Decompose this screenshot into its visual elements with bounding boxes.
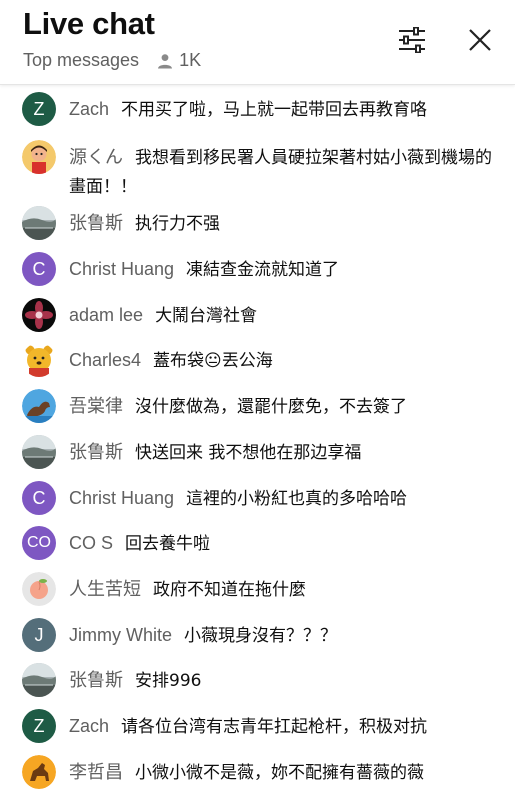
chat-message-body: Zach 请各位台湾有志青年扛起枪杆，积极对抗 [69, 709, 495, 742]
chat-message-text: 快送回来 我不想他在那边享福 [135, 443, 362, 463]
chat-author-name[interactable]: 张鲁斯 [69, 670, 123, 690]
avatar[interactable]: J [22, 618, 56, 652]
chat-message-text: 這裡的小粉紅也真的多哈哈哈 [186, 489, 408, 509]
chat-message-body: 张鲁斯 快送回来 我不想他在那边享福 [69, 435, 495, 468]
chat-author-name[interactable]: 李哲昌 [69, 762, 123, 782]
chat-author-name[interactable]: CO S [69, 533, 113, 553]
chat-header: Live chat Top messages 1K [0, 0, 515, 85]
chat-message-text: 凍結查金流就知道了 [186, 260, 340, 280]
chat-message-body: CO S 回去養牛啦 [69, 526, 495, 559]
chat-author-name[interactable]: 吾棠律 [69, 396, 123, 416]
chat-message-body: Jimmy White 小薇現身沒有？？？ [69, 618, 495, 651]
avatar[interactable]: Z [22, 709, 56, 743]
close-icon [469, 29, 491, 51]
chat-message[interactable]: 张鲁斯 执行力不强 [0, 206, 515, 240]
close-button[interactable] [462, 22, 498, 58]
chat-author-name[interactable]: Zach [69, 716, 109, 736]
chat-author-name[interactable]: Zach [69, 99, 109, 119]
chat-message-text: 我想看到移民署人員硬拉架著村姑小薇到機場的畫面！！ [69, 148, 492, 197]
chat-author-name[interactable]: 人生苦短 [69, 579, 141, 599]
chat-message-text: 不用买了啦，马上就一起带回去再教育咯 [121, 100, 428, 120]
chat-message-text: 安排996 [135, 671, 202, 691]
avatar[interactable] [22, 755, 56, 789]
avatar-letter: C [32, 487, 46, 508]
chat-message-text: 小薇現身沒有？？？ [184, 626, 337, 646]
chat-author-name[interactable]: adam lee [69, 305, 143, 325]
chat-message-text: 执行力不强 [135, 214, 220, 234]
filter-button[interactable] [394, 22, 430, 58]
chat-message-body: adam lee 大鬧台灣社會 [69, 298, 495, 331]
chat-message[interactable]: Z Zach 不用买了啦，马上就一起带回去再教育咯 [0, 92, 515, 126]
chat-author-name[interactable]: Jimmy White [69, 625, 172, 645]
avatar-letter: C [32, 258, 46, 279]
avatar-letter: Z [33, 98, 45, 119]
chat-message-text: 大鬧台灣社會 [155, 306, 258, 326]
chat-message[interactable]: 人生苦短 政府不知道在拖什麼 [0, 572, 515, 606]
chat-message[interactable]: C Christ Huang 凍結查金流就知道了 [0, 252, 515, 286]
avatar[interactable]: Z [22, 92, 56, 126]
avatar[interactable]: CO [22, 526, 56, 560]
avatar[interactable] [22, 435, 56, 469]
avatar[interactable]: C [22, 252, 56, 286]
chat-message-text: 请各位台湾有志青年扛起枪杆，积极对抗 [121, 717, 428, 737]
chat-message[interactable]: Charles4 蓋布袋😐丟公海 [0, 343, 515, 377]
chat-message-body: Zach 不用买了啦，马上就一起带回去再教育咯 [69, 92, 495, 125]
chat-author-name[interactable]: 张鲁斯 [69, 213, 123, 233]
chat-mode-row: Top messages 1K [23, 50, 201, 71]
chat-message-body: 吾棠律 沒什麼做為，還罷什麼免，不去簽了 [69, 389, 495, 422]
avatar[interactable] [22, 298, 56, 332]
chat-message[interactable]: 张鲁斯 快送回来 我不想他在那边享福 [0, 435, 515, 469]
chat-message-body: 张鲁斯 执行力不强 [69, 206, 495, 239]
chat-author-name[interactable]: Christ Huang [69, 488, 174, 508]
chat-message-text: 沒什麼做為，還罷什麼免，不去簽了 [135, 397, 407, 417]
chat-message-body: 源くん 我想看到移民署人員硬拉架著村姑小薇到機場的畫面！！ [69, 140, 495, 202]
avatar[interactable] [22, 343, 56, 377]
chat-message[interactable]: Z Zach 请各位台湾有志青年扛起枪杆，积极对抗 [0, 709, 515, 743]
chat-author-name[interactable]: 源くん [69, 147, 123, 167]
chat-message[interactable]: 李哲昌 小微小微不是薇，妳不配擁有薔薇的薇 [0, 755, 515, 789]
chat-message[interactable]: J Jimmy White 小薇現身沒有？？？ [0, 618, 515, 652]
avatar-letter: CO [27, 534, 51, 551]
chat-message[interactable]: CO CO S 回去養牛啦 [0, 526, 515, 560]
chat-message-body: Christ Huang 凍結查金流就知道了 [69, 252, 495, 285]
chat-message[interactable]: 吾棠律 沒什麼做為，還罷什麼免，不去簽了 [0, 389, 515, 423]
viewer-count-value: 1K [179, 50, 202, 70]
chat-author-name[interactable]: 张鲁斯 [69, 442, 123, 462]
chat-message-text: 政府不知道在拖什麼 [153, 580, 306, 600]
avatar[interactable] [22, 140, 56, 174]
chat-mode-selector[interactable]: Top messages [23, 50, 139, 71]
chat-title: Live chat [23, 6, 155, 41]
chat-message[interactable]: 源くん 我想看到移民署人員硬拉架著村姑小薇到機場的畫面！！ [0, 140, 515, 202]
chat-message-text: 蓋布袋😐丟公海 [153, 351, 273, 371]
tune-icon [399, 27, 425, 53]
chat-message[interactable]: 张鲁斯 安排996 [0, 663, 515, 697]
chat-message-body: 人生苦短 政府不知道在拖什麼 [69, 572, 495, 605]
chat-author-name[interactable]: Charles4 [69, 350, 141, 370]
avatar[interactable] [22, 206, 56, 240]
chat-message-body: 李哲昌 小微小微不是薇，妳不配擁有薔薇的薇 [69, 755, 495, 788]
chat-author-name[interactable]: Christ Huang [69, 259, 174, 279]
avatar-letter: J [34, 624, 44, 645]
avatar[interactable] [22, 389, 56, 423]
chat-message-body: Charles4 蓋布袋😐丟公海 [69, 343, 495, 376]
chat-message[interactable]: adam lee 大鬧台灣社會 [0, 298, 515, 332]
chat-message-text: 小微小微不是薇，妳不配擁有薔薇的薇 [135, 763, 424, 783]
avatar-letter: Z [33, 715, 45, 736]
chat-message-body: Christ Huang 這裡的小粉紅也真的多哈哈哈 [69, 481, 495, 514]
person-icon [158, 53, 173, 68]
avatar[interactable] [22, 663, 56, 697]
chat-message[interactable]: C Christ Huang 這裡的小粉紅也真的多哈哈哈 [0, 481, 515, 515]
chat-message-text: 回去養牛啦 [125, 534, 211, 554]
viewer-count: 1K [157, 50, 201, 71]
avatar[interactable] [22, 572, 56, 606]
chat-message-body: 张鲁斯 安排996 [69, 663, 495, 696]
avatar[interactable]: C [22, 481, 56, 515]
